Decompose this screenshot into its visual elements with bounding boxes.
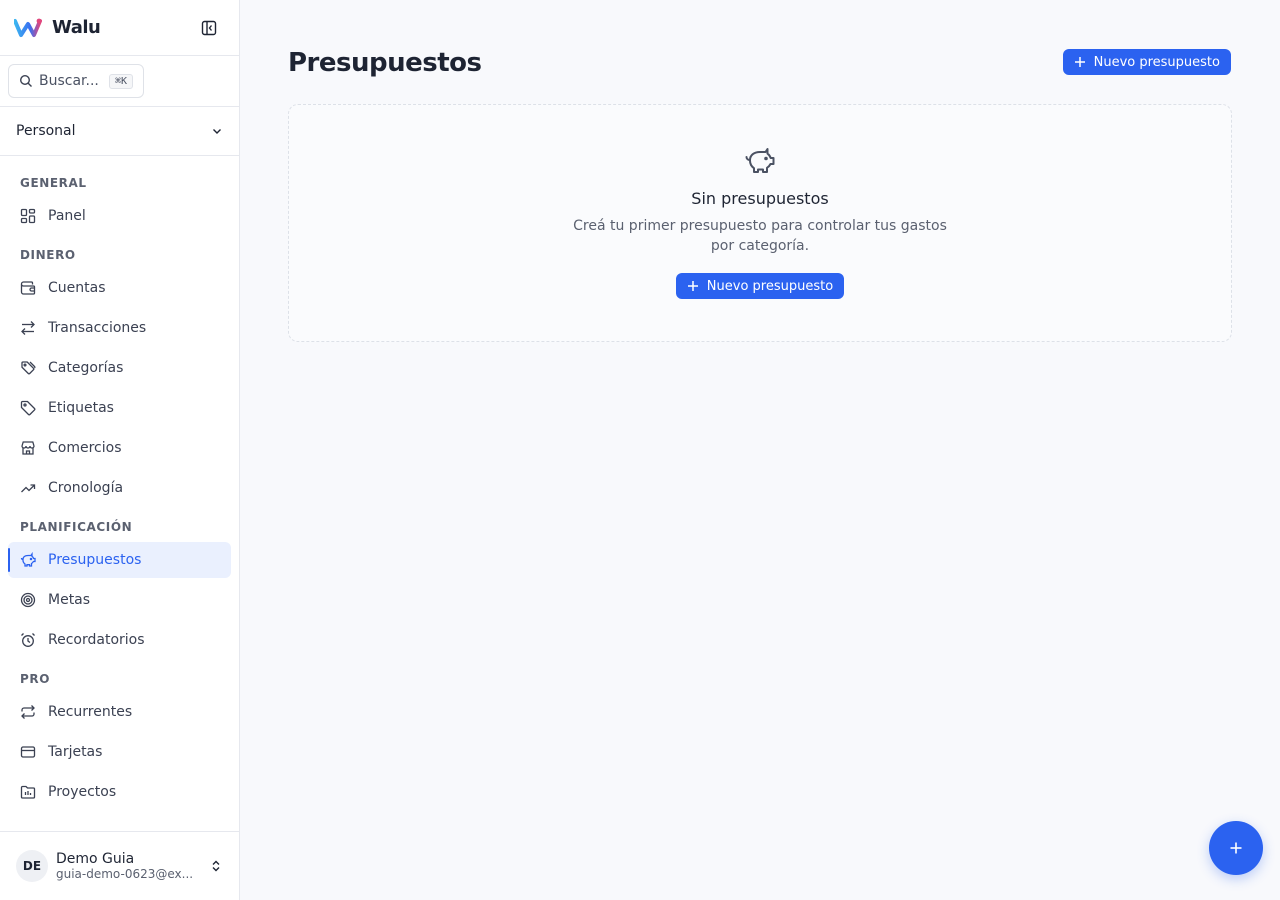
sidebar-item-panel[interactable]: Panel bbox=[8, 198, 231, 234]
sidebar-nav: GENERAL Panel DINERO Cuentas Transaccion… bbox=[0, 156, 239, 810]
trend-up-icon bbox=[21, 484, 36, 493]
sidebar-item-cronologia[interactable]: Cronología bbox=[8, 470, 231, 506]
sidebar-item-tarjetas[interactable]: Tarjetas bbox=[8, 734, 231, 770]
workspace-selector[interactable]: Personal bbox=[0, 107, 239, 156]
sidebar-item-cuentas[interactable]: Cuentas bbox=[8, 270, 231, 306]
main-content: Presupuestos Nuevo presupuesto Sin presu… bbox=[241, 0, 1280, 900]
app-name: Walu bbox=[52, 17, 101, 38]
sidebar-item-label: Transacciones bbox=[48, 320, 147, 336]
nav-section-general: GENERAL bbox=[20, 176, 87, 190]
nav-section-pro: PRO bbox=[20, 672, 51, 686]
sidebar-item-recurrentes[interactable]: Recurrentes bbox=[8, 694, 231, 730]
empty-new-budget-button[interactable]: Nuevo presupuesto bbox=[675, 273, 845, 299]
sidebar-item-label: Cuentas bbox=[48, 280, 106, 296]
plus-icon bbox=[687, 281, 698, 291]
sidebar-item-etiquetas[interactable]: Etiquetas bbox=[8, 390, 231, 426]
empty-state: Sin presupuestos Creá tu primer presupue… bbox=[288, 104, 1232, 342]
grid-icon bbox=[20, 208, 36, 224]
tags-icon bbox=[21, 361, 36, 375]
folder-chart-icon bbox=[20, 785, 36, 799]
alarm-clock-icon bbox=[21, 633, 35, 647]
new-budget-button[interactable]: Nuevo presupuesto bbox=[1062, 49, 1231, 75]
chevron-up-down-icon bbox=[212, 860, 220, 872]
sidebar-item-proyectos[interactable]: Proyectos bbox=[8, 774, 231, 810]
sidebar: Walu Buscar... ⌘K Personal GENERAL Panel bbox=[0, 0, 240, 900]
avatar: DE bbox=[16, 850, 48, 882]
sidebar-item-comercios[interactable]: Comercios bbox=[8, 430, 231, 466]
repeat-icon bbox=[21, 705, 35, 719]
chevron-down-icon bbox=[213, 129, 221, 134]
sidebar-item-transacciones[interactable]: Transacciones bbox=[8, 310, 231, 346]
walu-logo-icon bbox=[14, 18, 42, 37]
wallet-icon bbox=[20, 281, 36, 295]
nav-section-planificacion: PLANIFICACIÓN bbox=[20, 520, 133, 534]
piggy-bank-icon bbox=[20, 552, 36, 567]
plus-icon bbox=[1230, 842, 1242, 854]
sidebar-item-label: Metas bbox=[48, 592, 91, 608]
credit-card-icon bbox=[20, 746, 36, 758]
sidebar-item-metas[interactable]: Metas bbox=[8, 582, 231, 618]
empty-state-title: Sin presupuestos bbox=[691, 189, 829, 208]
floating-add-button[interactable] bbox=[1209, 821, 1263, 875]
store-icon bbox=[21, 441, 35, 455]
sidebar-item-label: Cronología bbox=[48, 480, 124, 496]
search-icon bbox=[19, 74, 32, 87]
search-input[interactable]: Buscar... ⌘K bbox=[8, 64, 144, 98]
sidebar-item-label: Tarjetas bbox=[48, 744, 103, 760]
search-shortcut: ⌘K bbox=[108, 73, 133, 89]
sidebar-item-label: Recordatorios bbox=[48, 632, 145, 648]
nav-section-dinero: DINERO bbox=[20, 248, 76, 262]
user-name: Demo Guia bbox=[56, 851, 135, 867]
empty-new-budget-button-label: Nuevo presupuesto bbox=[706, 278, 834, 294]
empty-state-description: Creá tu primer presupuesto para controla… bbox=[573, 218, 947, 254]
collapse-sidebar-button[interactable] bbox=[199, 18, 219, 38]
sidebar-item-recordatorios[interactable]: Recordatorios bbox=[8, 622, 231, 658]
sidebar-item-label: Recurrentes bbox=[48, 704, 133, 720]
sidebar-item-label: Etiquetas bbox=[48, 400, 114, 416]
page-title: Presupuestos bbox=[288, 48, 482, 78]
user-email: guia-demo-0623@ex... bbox=[56, 867, 194, 881]
arrows-swap-icon bbox=[21, 321, 35, 335]
search-area: Buscar... ⌘K bbox=[0, 56, 239, 107]
sidebar-item-categorias[interactable]: Categorías bbox=[8, 350, 231, 386]
sidebar-item-label: Presupuestos bbox=[48, 552, 142, 568]
workspace-label: Personal bbox=[16, 123, 76, 139]
sidebar-item-label: Panel bbox=[48, 208, 86, 224]
user-info: Demo Guia guia-demo-0623@ex... bbox=[56, 851, 209, 881]
tag-icon bbox=[20, 400, 36, 416]
sidebar-item-presupuestos[interactable]: Presupuestos bbox=[8, 542, 231, 578]
search-placeholder: Buscar... bbox=[39, 73, 99, 89]
brand-header: Walu bbox=[0, 0, 239, 56]
plus-icon bbox=[1074, 57, 1085, 67]
new-budget-button-label: Nuevo presupuesto bbox=[1093, 54, 1220, 70]
user-menu[interactable]: DE Demo Guia guia-demo-0623@ex... bbox=[0, 831, 239, 900]
piggy-bank-icon bbox=[745, 148, 775, 173]
sidebar-item-label: Categorías bbox=[48, 360, 124, 376]
sidebar-item-label: Proyectos bbox=[48, 784, 117, 800]
sidebar-item-label: Comercios bbox=[48, 440, 122, 456]
sidebar-collapse-icon bbox=[201, 20, 217, 35]
target-icon bbox=[20, 592, 36, 608]
